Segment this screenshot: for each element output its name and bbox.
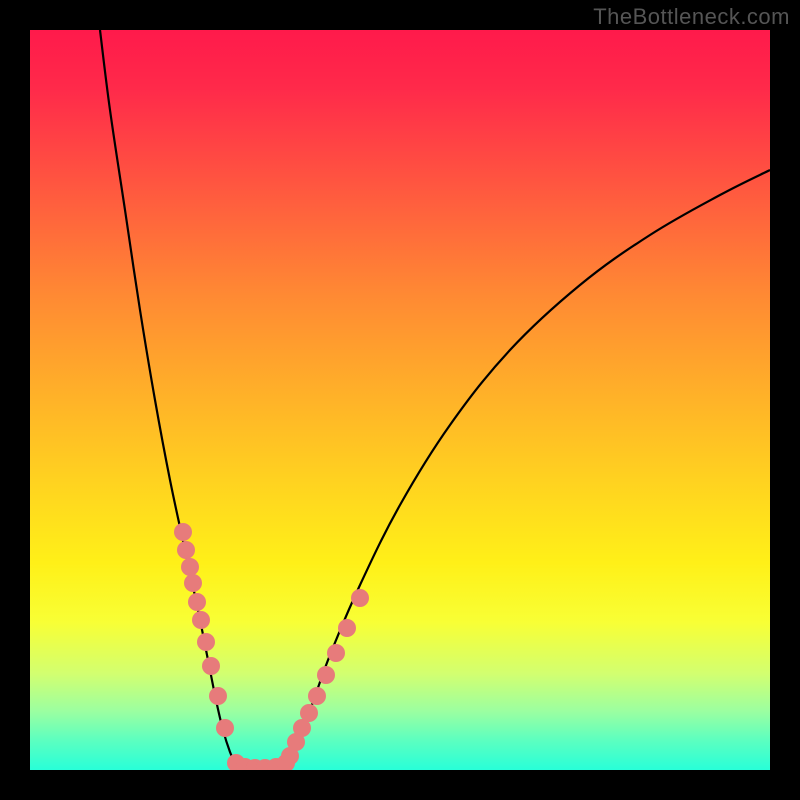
data-point (174, 523, 192, 541)
data-point (181, 558, 199, 576)
data-point (338, 619, 356, 637)
data-point (192, 611, 210, 629)
data-point (327, 644, 345, 662)
curve-layer (30, 30, 770, 770)
curve-left-branch (100, 30, 236, 765)
plot-area (30, 30, 770, 770)
data-point (300, 704, 318, 722)
data-point (308, 687, 326, 705)
data-point (188, 593, 206, 611)
data-point (209, 687, 227, 705)
data-point (202, 657, 220, 675)
curve-right-branch (284, 170, 770, 765)
data-point (317, 666, 335, 684)
scatter-dots (174, 523, 369, 770)
data-point (351, 589, 369, 607)
watermark-text: TheBottleneck.com (593, 4, 790, 30)
data-point (184, 574, 202, 592)
data-point (197, 633, 215, 651)
data-point (216, 719, 234, 737)
data-point (177, 541, 195, 559)
chart-frame: TheBottleneck.com (0, 0, 800, 800)
